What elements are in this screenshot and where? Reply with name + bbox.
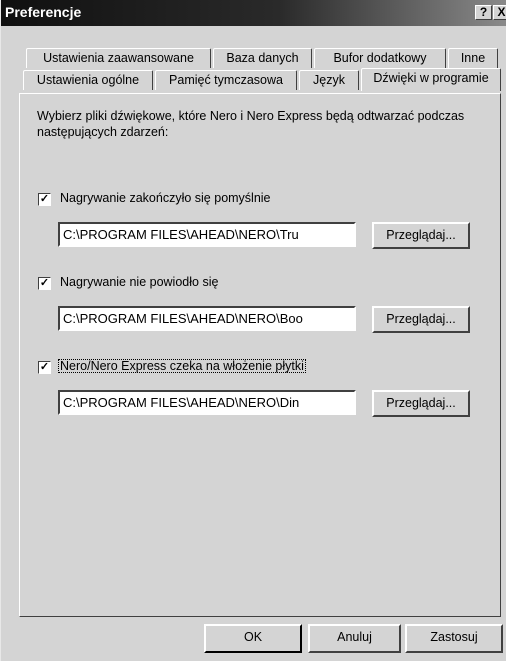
event-3-checkbox[interactable]: ✓ bbox=[38, 361, 51, 374]
event-2-browse-button[interactable]: Przeglądaj... bbox=[372, 306, 470, 333]
event-1-browse-button[interactable]: Przeglądaj... bbox=[372, 222, 470, 249]
tab-ustawienia-zaawansowane[interactable]: Ustawienia zaawansowane bbox=[26, 48, 211, 68]
checkmark-icon: ✓ bbox=[39, 193, 50, 205]
tab-jezyk[interactable]: Język bbox=[299, 70, 359, 90]
checkmark-icon: ✓ bbox=[39, 277, 50, 289]
event-1-label: Nagrywanie zakończyło się pomyślnie bbox=[60, 191, 271, 205]
event-1-checkbox[interactable]: ✓ bbox=[38, 193, 51, 206]
title-bar[interactable]: Preferencje ? X bbox=[1, 0, 506, 26]
checkmark-icon: ✓ bbox=[39, 361, 50, 373]
event-1-path-field[interactable]: C:\PROGRAM FILES\AHEAD\NERO\Tru bbox=[58, 222, 356, 247]
help-button[interactable]: ? bbox=[475, 5, 492, 20]
event-2-path-field[interactable]: C:\PROGRAM FILES\AHEAD\NERO\Boo bbox=[58, 306, 356, 331]
tab-panel bbox=[19, 93, 501, 617]
close-button[interactable]: X bbox=[493, 5, 506, 20]
tab-pamiec-tymczasowa[interactable]: Pamięć tymczasowa bbox=[155, 70, 297, 90]
tab-baza-danych[interactable]: Baza danych bbox=[213, 48, 312, 68]
event-3-label: Nero/Nero Express czeka na włożenie płyt… bbox=[58, 359, 306, 373]
cancel-button[interactable]: Anuluj bbox=[308, 624, 401, 653]
apply-button[interactable]: Zastosuj bbox=[405, 624, 503, 653]
ok-button[interactable]: OK bbox=[204, 624, 302, 653]
event-3-browse-button[interactable]: Przeglądaj... bbox=[372, 390, 470, 417]
tab-dzwieki-w-programie[interactable]: Dźwięki w programie bbox=[361, 68, 501, 91]
description-text: Wybierz pliki dźwiękowe, które Nero i Ne… bbox=[37, 109, 465, 139]
window-title: Preferencje bbox=[5, 4, 82, 20]
preferences-dialog: Preferencje ? X Ustawienia zaawansowane … bbox=[0, 0, 506, 661]
tab-ustawienia-ogolne[interactable]: Ustawienia ogólne bbox=[23, 70, 153, 90]
event-2-label: Nagrywanie nie powiodło się bbox=[60, 275, 219, 289]
tab-bufor-dodatkowy[interactable]: Bufor dodatkowy bbox=[314, 48, 446, 68]
tab-inne[interactable]: Inne bbox=[448, 48, 498, 68]
event-2-checkbox[interactable]: ✓ bbox=[38, 277, 51, 290]
event-3-path-field[interactable]: C:\PROGRAM FILES\AHEAD\NERO\Din bbox=[58, 390, 356, 415]
